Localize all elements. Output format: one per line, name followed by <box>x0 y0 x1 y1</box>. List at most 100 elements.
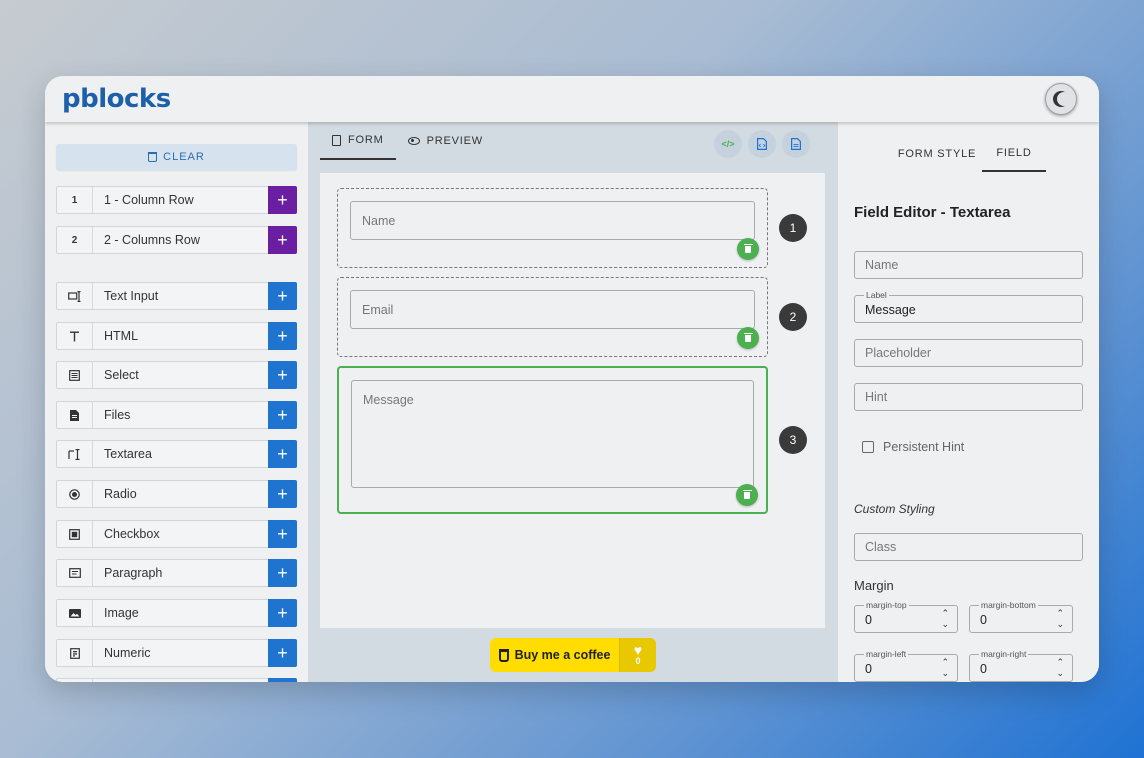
add-select-button[interactable]: + <box>268 361 297 389</box>
palette-item-html: HTML + <box>56 322 297 350</box>
palette-item-label: HTML <box>104 329 139 343</box>
add-paragraph-button[interactable]: + <box>268 559 297 587</box>
stepper-arrows-icon[interactable]: ⌃ ⌄ <box>941 657 949 679</box>
add-textarea-button[interactable]: + <box>268 440 297 468</box>
select-icon <box>57 362 93 388</box>
persistent-hint-checkbox[interactable]: Persistent Hint <box>862 440 964 454</box>
palette-item-label: Checkbox <box>104 527 160 541</box>
export-json-button[interactable] <box>748 130 776 158</box>
palette-item-radio: Radio + <box>56 480 297 508</box>
eye-icon <box>407 137 420 145</box>
palette-item-image: Image + <box>56 599 297 627</box>
moon-icon <box>1057 92 1071 106</box>
margin-left-caption: margin-left <box>864 649 909 659</box>
delete-field-button[interactable] <box>736 484 758 506</box>
hint-input[interactable]: Hint <box>854 383 1083 411</box>
palette-item-textarea: Textarea + <box>56 440 297 468</box>
palette-item-text-input: Text Input + <box>56 282 297 310</box>
export-file-button[interactable] <box>782 130 810 158</box>
trash-icon <box>743 243 753 253</box>
form-field-name[interactable]: Name <box>337 188 768 268</box>
add-files-button[interactable]: + <box>268 401 297 429</box>
tab-form-label: FORM <box>348 134 384 146</box>
add-2-columns-row-button[interactable]: + <box>268 226 297 254</box>
palette-item-label: Select <box>104 368 139 382</box>
file-document-icon <box>791 138 801 150</box>
tab-preview-label: PREVIEW <box>426 135 483 147</box>
view-code-button[interactable]: </> <box>714 130 742 158</box>
add-numeric-button[interactable]: + <box>268 639 297 667</box>
tab-form-style[interactable]: FORM STYLE <box>890 136 984 172</box>
block-palette: CLEAR 1 1 - Column Row + 2 2 - Columns R… <box>45 122 308 682</box>
add-checkbox-button[interactable]: + <box>268 520 297 548</box>
delete-field-button[interactable] <box>737 238 759 260</box>
placeholder-input[interactable]: Placeholder <box>854 339 1083 367</box>
form-field-email[interactable]: Email <box>337 277 768 357</box>
form-field-message[interactable]: Message <box>337 366 768 514</box>
label-input[interactable]: Label Message <box>854 290 1083 323</box>
checkbox-icon <box>862 441 874 453</box>
row-number-icon: 2 <box>57 227 93 253</box>
margin-top-value: 0 <box>865 613 872 627</box>
app-bar: pblocks <box>45 76 1099 122</box>
label-value: Message <box>865 303 916 317</box>
buy-me-a-coffee-button[interactable]: Buy me a coffee ♥ 0 <box>490 638 656 672</box>
field-number-badge: 3 <box>779 426 807 454</box>
app-logo: pblocks <box>62 84 171 114</box>
custom-styling-heading: Custom Styling <box>854 502 935 516</box>
margin-right-input[interactable]: margin-right 0 ⌃ ⌄ <box>969 649 1073 682</box>
field-number-badge: 1 <box>779 214 807 242</box>
palette-item-checkbox: Checkbox + <box>56 520 297 548</box>
file-icon <box>57 402 93 428</box>
stepper-arrows-icon[interactable]: ⌃ ⌄ <box>1056 657 1064 679</box>
margin-left-input[interactable]: margin-left 0 ⌃ ⌄ <box>854 649 958 682</box>
paragraph-icon <box>57 560 93 586</box>
text-input-icon <box>57 283 93 309</box>
form-builder-panel: FORM PREVIEW </> Name 1 Email 2 Message … <box>308 122 838 682</box>
add-1-column-row-button[interactable]: + <box>268 186 297 214</box>
add-text-input-button[interactable]: + <box>268 282 297 310</box>
palette-item-paragraph: Paragraph + <box>56 559 297 587</box>
add-radio-button[interactable]: + <box>268 480 297 508</box>
palette-item-label: Radio <box>104 487 137 501</box>
name-input[interactable]: Name <box>854 251 1083 279</box>
margin-left-value: 0 <box>865 662 872 676</box>
coffee-like-counter[interactable]: ♥ 0 <box>620 638 656 672</box>
tab-form[interactable]: FORM <box>320 122 396 160</box>
theme-toggle-button[interactable] <box>1045 83 1077 115</box>
margin-bottom-input[interactable]: margin-bottom 0 ⌃ ⌄ <box>969 600 1073 633</box>
palette-item-label: 1 - Column Row <box>104 193 194 207</box>
row-number-icon: 1 <box>57 187 93 213</box>
palette-item-label: Files <box>104 408 131 422</box>
stepper-arrows-icon[interactable]: ⌃ ⌄ <box>941 608 949 630</box>
palette-item-label: 2 - Columns Row <box>104 233 200 247</box>
clear-button[interactable]: CLEAR <box>56 144 297 170</box>
stepper-arrows-icon[interactable]: ⌃ ⌄ <box>1056 608 1064 630</box>
add-image-button[interactable]: + <box>268 599 297 627</box>
margin-heading: Margin <box>854 578 894 593</box>
field-textarea: Message <box>351 380 754 488</box>
margin-right-caption: margin-right <box>979 649 1029 659</box>
image-icon <box>57 600 93 626</box>
palette-item-label: Numeric <box>104 646 151 660</box>
palette-item-select: Select + <box>56 361 297 389</box>
class-input[interactable]: Class <box>854 533 1083 561</box>
palette-item-label: Textarea <box>104 447 152 461</box>
field-editor-title: Field Editor - Textarea <box>854 204 1011 221</box>
field-number-badge: 2 <box>779 303 807 331</box>
clear-label: CLEAR <box>163 151 205 163</box>
heart-icon: ♥ <box>633 642 643 658</box>
margin-bottom-caption: margin-bottom <box>979 600 1038 610</box>
margin-top-caption: margin-top <box>864 600 909 610</box>
palette-item-label: Text Input <box>104 289 159 303</box>
tab-preview[interactable]: PREVIEW <box>396 122 495 160</box>
delete-field-button[interactable] <box>737 327 759 349</box>
margin-top-input[interactable]: margin-top 0 ⌃ ⌄ <box>854 600 958 633</box>
palette-item-files: Files + <box>56 401 297 429</box>
add-html-button[interactable]: + <box>268 322 297 350</box>
tab-field[interactable]: FIELD <box>982 136 1046 172</box>
html-icon <box>57 323 93 349</box>
add-button-partial[interactable] <box>268 678 297 682</box>
radio-icon <box>57 481 93 507</box>
palette-item-label: Paragraph <box>104 566 163 580</box>
